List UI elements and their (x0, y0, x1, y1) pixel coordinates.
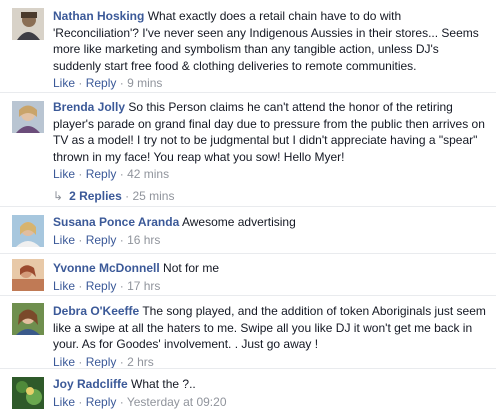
avatar[interactable] (12, 215, 44, 247)
comment-meta: Like · Reply · 17 hrs (53, 278, 488, 295)
avatar[interactable] (12, 303, 44, 335)
comment-timestamp[interactable]: Yesterday at 09:20 (127, 395, 227, 409)
separator: · (119, 76, 124, 90)
comment-timestamp[interactable]: 2 hrs (127, 355, 154, 369)
comment-text: Awesome advertising (181, 215, 296, 229)
reply-link[interactable]: Reply (86, 233, 117, 247)
comment-meta: Like · Reply · 16 hrs (53, 232, 488, 249)
like-link[interactable]: Like (53, 355, 75, 369)
comment-timestamp[interactable]: 42 mins (127, 167, 169, 181)
like-link[interactable]: Like (53, 279, 75, 293)
comment-author[interactable]: Susana Ponce Aranda (53, 215, 179, 229)
separator: · (125, 189, 130, 203)
comment-timestamp[interactable]: 9 mins (127, 76, 162, 90)
reply-link[interactable]: Reply (86, 76, 117, 90)
comment-author[interactable]: Joy Radcliffe (53, 377, 128, 391)
like-link[interactable]: Like (53, 395, 75, 409)
comment-item: Nathan Hosking What exactly does a retai… (0, 0, 496, 92)
comment-item: Susana Ponce Aranda Awesome advertising … (0, 206, 496, 253)
separator: · (78, 394, 83, 409)
reply-link[interactable]: Reply (86, 167, 117, 181)
separator: · (78, 167, 83, 181)
separator: · (119, 354, 124, 369)
comment-meta: Like · Reply · 42 mins (53, 166, 488, 183)
comment-timestamp[interactable]: 16 hrs (127, 233, 160, 247)
avatar[interactable] (12, 259, 44, 291)
avatar[interactable] (12, 8, 44, 40)
comment-text: What the ?.. (131, 377, 196, 391)
comment-author[interactable]: Nathan Hosking (53, 9, 144, 23)
replies-timestamp: 25 mins (132, 189, 175, 203)
reply-link[interactable]: Reply (86, 355, 117, 369)
avatar[interactable] (12, 101, 44, 133)
separator: · (119, 232, 124, 247)
comment-item: Joy Radcliffe What the ?.. Like · Reply … (0, 368, 496, 413)
replies-count[interactable]: 2 Replies (69, 189, 122, 203)
comment-author[interactable]: Brenda Jolly (53, 100, 125, 114)
comment-author[interactable]: Debra O'Keeffe (53, 304, 139, 318)
reply-link[interactable]: Reply (86, 395, 117, 409)
separator: · (78, 354, 83, 369)
reply-arrow-icon: ↳ (53, 189, 64, 203)
comment-text: Not for me (163, 261, 220, 275)
comment-item: Brenda Jolly So this Person claims he ca… (0, 92, 496, 206)
like-link[interactable]: Like (53, 233, 75, 247)
like-link[interactable]: Like (53, 76, 75, 90)
comment-meta: Like · Reply · 9 mins (53, 75, 488, 92)
comment-item: Yvonne McDonnell Not for me Like · Reply… (0, 253, 496, 295)
separator: · (119, 394, 124, 409)
separator: · (78, 76, 83, 90)
comment-timestamp[interactable]: 17 hrs (127, 279, 160, 293)
avatar[interactable] (12, 377, 44, 409)
comment-meta: Like · Reply · Yesterday at 09:20 (53, 394, 488, 411)
separator: · (78, 278, 83, 293)
view-replies-link[interactable]: ↳ 2 Replies · 25 mins (53, 189, 174, 203)
comment-item: Debra O'Keeffe The song played, and the … (0, 295, 496, 369)
separator: · (119, 167, 124, 181)
separator: · (78, 232, 83, 247)
like-link[interactable]: Like (53, 167, 75, 181)
reply-link[interactable]: Reply (86, 279, 117, 293)
separator: · (119, 278, 124, 293)
comment-author[interactable]: Yvonne McDonnell (53, 261, 160, 275)
